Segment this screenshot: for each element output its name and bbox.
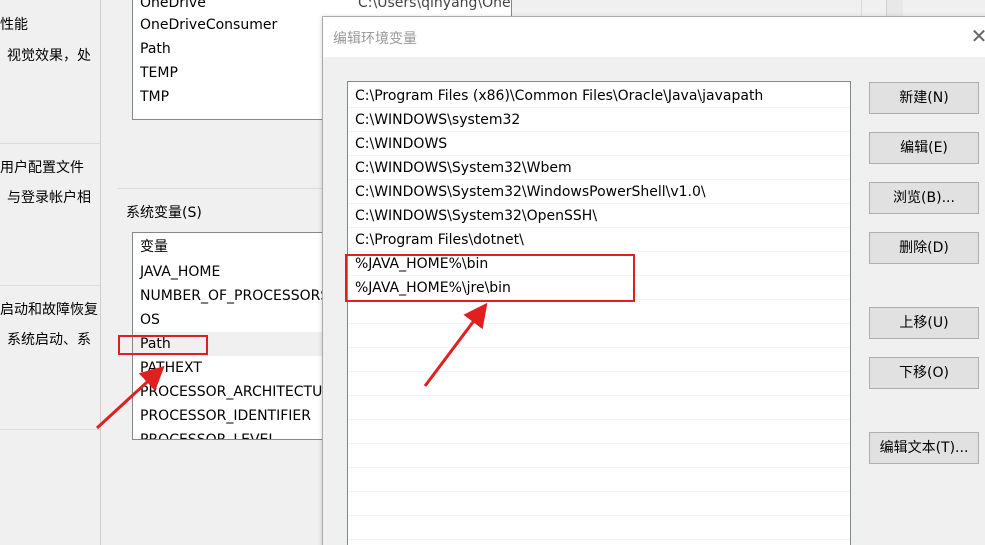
arrow-to-path-variable — [95, 365, 165, 430]
annotation-arrows — [95, 302, 488, 430]
arrow-to-java-entries — [423, 302, 488, 387]
